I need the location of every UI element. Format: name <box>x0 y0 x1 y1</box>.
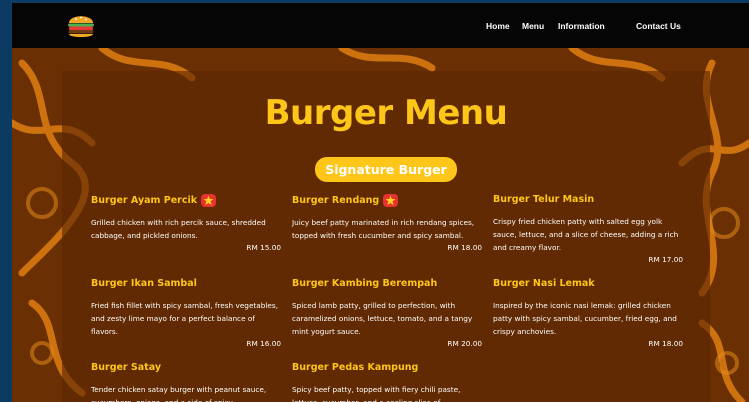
menu-item-name-row: Burger Nasi Lemak <box>493 278 683 290</box>
menu-item: Burger Telur Masin Crispy fried chicken … <box>493 194 683 265</box>
menu-item-name: Burger Kambing Berempah <box>292 278 438 289</box>
menu-item-name: Burger Rendang <box>292 194 380 206</box>
menu-item-name-row: Burger Satay <box>91 362 281 374</box>
menu-item-price: RM 18.00 <box>447 243 482 252</box>
menu-item: Burger Ikan Sambal Fried fish fillet wit… <box>91 278 281 349</box>
nav-link-menu[interactable]: Menu <box>522 21 544 31</box>
menu-item-price: RM 17.00 <box>648 255 683 264</box>
menu-item-name: Burger Ayam Percik <box>91 194 198 206</box>
menu-item: Burger Kambing Berempah Spiced lamb patt… <box>292 278 482 349</box>
menu-item-name-row: Burger Kambing Berempah <box>292 278 482 290</box>
menu-item: Burger Nasi Lemak Inspired by the iconic… <box>493 278 683 349</box>
menu-item-price: RM 15.00 <box>246 243 281 252</box>
menu-item-name: Burger Satay <box>91 362 162 373</box>
burger-logo-icon[interactable] <box>67 12 95 39</box>
menu-item: Burger Ayam Percik Grilled chicken with … <box>91 194 281 253</box>
nav-link-home[interactable]: Home <box>486 21 510 31</box>
menu-item-price: RM 18.00 <box>648 339 683 348</box>
nav-link-information[interactable]: Information <box>558 21 605 31</box>
menu-item-description: Fried fish fillet with spicy sambal, fre… <box>91 301 279 336</box>
menu-item-description: Grilled chicken with rich percik sauce, … <box>91 218 266 240</box>
menu-item-name-row: Burger Telur Masin <box>493 194 683 206</box>
top-navbar: Home Menu Information Contact Us <box>12 3 749 48</box>
menu-item-price: RM 16.00 <box>246 339 281 348</box>
menu-item-description: Tender chicken satay burger with peanut … <box>91 385 267 402</box>
nav-link-contact-us[interactable]: Contact Us <box>636 21 681 31</box>
menu-item: Burger Rendang Juicy beef patty marinate… <box>292 194 482 253</box>
menu-item-name: Burger Nasi Lemak <box>493 278 595 289</box>
menu-item-name-row: Burger Pedas Kampung <box>292 362 482 374</box>
menu-item-name: Burger Ikan Sambal <box>91 278 197 289</box>
star-badge-icon <box>201 194 217 207</box>
menu-item: Burger Satay Tender chicken satay burger… <box>91 362 281 402</box>
menu-item-name-row: Burger Rendang <box>292 194 482 207</box>
menu-item-description: Spiced lamb patty, grilled to perfection… <box>292 301 473 336</box>
page-title: Burger Menu <box>264 93 508 133</box>
menu-item-description: Crispy fried chicken patty with salted e… <box>493 217 679 252</box>
star-badge-icon <box>383 194 399 207</box>
menu-item: Burger Pedas Kampung Spicy beef patty, t… <box>292 362 482 402</box>
browser-viewport: Home Menu Information Contact Us Burger … <box>12 3 749 402</box>
star-icon <box>203 195 214 206</box>
menu-item-description: Spicy beef patty, topped with fiery chil… <box>292 385 461 402</box>
star-icon <box>385 195 396 206</box>
menu-item-description: Inspired by the iconic nasi lemak: grill… <box>493 301 677 336</box>
menu-item-name-row: Burger Ayam Percik <box>91 194 281 207</box>
menu-item-name: Burger Pedas Kampung <box>292 362 419 373</box>
menu-item-description: Juicy beef patty marinated in rich renda… <box>292 218 475 240</box>
signature-burger-badge: Signature Burger <box>315 157 457 182</box>
menu-item-name: Burger Telur Masin <box>493 194 595 205</box>
menu-panel: Burger Menu Signature Burger Burger Ayam… <box>62 71 710 402</box>
menu-item-name-row: Burger Ikan Sambal <box>91 278 281 290</box>
menu-item-price: RM 20.00 <box>447 339 482 348</box>
